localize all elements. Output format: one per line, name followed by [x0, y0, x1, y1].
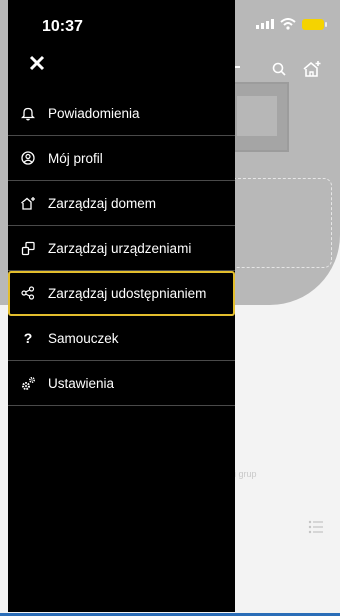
- menu-item-label: Zarządzaj domem: [48, 195, 157, 211]
- close-button[interactable]: [26, 52, 48, 74]
- devices-icon: [20, 240, 36, 256]
- bell-icon: [20, 105, 36, 121]
- menu-item-notifications[interactable]: Powiadomienia: [8, 91, 235, 136]
- list-icon[interactable]: [308, 520, 324, 534]
- menu-item-label: Powiadomienia: [48, 105, 140, 121]
- question-icon: ?: [23, 330, 33, 346]
- signal-icon: [256, 19, 274, 29]
- search-icon[interactable]: [272, 62, 286, 76]
- app-toolbar: [272, 60, 322, 78]
- menu-item-profile[interactable]: Mój profil: [8, 136, 235, 181]
- menu-item-manage-home[interactable]: Zarządzaj domem: [8, 181, 235, 226]
- close-icon: [29, 55, 45, 71]
- menu-item-label: Zarządzaj udostępnianiem: [48, 285, 207, 301]
- menu-item-manage-sharing[interactable]: Zarządzaj udostępnianiem: [8, 271, 235, 316]
- wifi-icon: [280, 18, 296, 30]
- background-text: i grup: [234, 469, 257, 479]
- menu-item-label: Samouczek: [48, 330, 119, 346]
- menu-item-settings[interactable]: Ustawienia: [8, 361, 235, 406]
- menu-item-label: Zarządzaj urządzeniami: [48, 240, 192, 256]
- profile-icon: [20, 150, 36, 166]
- drawer-menu: Powiadomienia Mój profil Zarządzaj domem: [8, 91, 235, 406]
- add-home-icon[interactable]: [302, 60, 322, 78]
- status-icons: [256, 18, 327, 30]
- menu-item-tutorial[interactable]: ? Samouczek: [8, 316, 235, 361]
- settings-gears-icon: [20, 375, 36, 391]
- navigation-drawer: 10:37 Powiadomienia Mój profil Zarządzaj…: [8, 0, 235, 612]
- home-settings-icon: [20, 195, 36, 211]
- menu-item-label: Mój profil: [48, 150, 103, 166]
- menu-item-manage-devices[interactable]: Zarządzaj urządzeniami: [8, 226, 235, 271]
- battery-icon: [302, 18, 327, 30]
- share-icon: [20, 285, 36, 301]
- menu-item-label: Ustawienia: [48, 375, 115, 391]
- status-time: 10:37: [42, 18, 83, 35]
